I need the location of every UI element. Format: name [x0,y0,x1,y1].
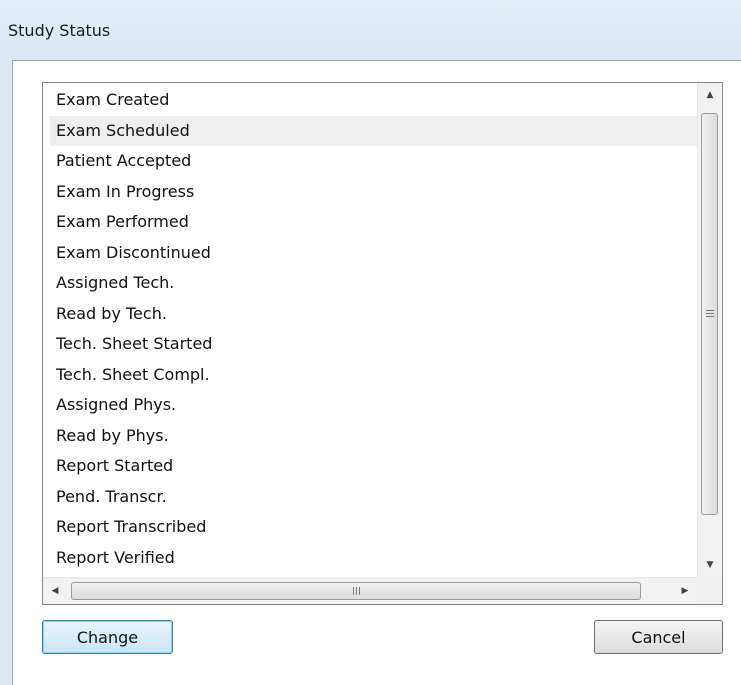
list-item[interactable]: Report Started [50,451,697,482]
list-item[interactable]: Patient Accepted [50,146,697,177]
scroll-up-icon[interactable]: ▲ [698,83,722,107]
list-item[interactable]: Read by Phys. [50,421,697,452]
horizontal-scroll-thumb[interactable] [71,582,641,600]
status-list-items: Exam Created Exam Scheduled Patient Accept… [50,85,697,577]
vertical-scrollbar[interactable]: ▲ ▼ [697,83,722,577]
scroll-left-icon[interactable]: ◀ [43,578,67,604]
cancel-button[interactable]: Cancel [594,620,723,654]
grip-icon [353,587,360,595]
vertical-scroll-thumb[interactable] [701,113,718,515]
list-item[interactable]: Tech. Sheet Compl. [50,360,697,391]
scrollbar-corner [697,577,722,604]
horizontal-scrollbar[interactable]: ◀ ▶ [43,577,697,604]
scroll-right-icon[interactable]: ▶ [673,578,697,604]
list-item[interactable]: Report Verified [50,543,697,574]
dialog-title: Study Status [8,21,111,40]
list-item[interactable]: Exam Discontinued [50,238,697,269]
list-item[interactable]: Exam Performed [50,207,697,238]
scroll-down-icon[interactable]: ▼ [698,553,722,577]
list-item[interactable]: Assigned Phys. [50,390,697,421]
list-item[interactable]: Assigned Tech. [50,268,697,299]
study-status-dialog: Study Status Exam Created Exam Scheduled P… [0,0,741,685]
list-item[interactable]: Tech. Sheet Started [50,329,697,360]
list-item[interactable]: Pend. Transcr. [50,482,697,513]
list-item[interactable]: Exam In Progress [50,177,697,208]
title-bar[interactable]: Study Status [0,0,741,60]
status-listbox[interactable]: Exam Created Exam Scheduled Patient Accept… [42,82,723,605]
grip-icon [706,308,714,319]
change-button[interactable]: Change [42,620,173,654]
list-item[interactable]: Report Transcribed [50,512,697,543]
list-item[interactable]: Exam Created [50,85,697,116]
list-item[interactable]: Read by Tech. [50,299,697,330]
list-item[interactable]: Exam Scheduled [50,115,697,146]
